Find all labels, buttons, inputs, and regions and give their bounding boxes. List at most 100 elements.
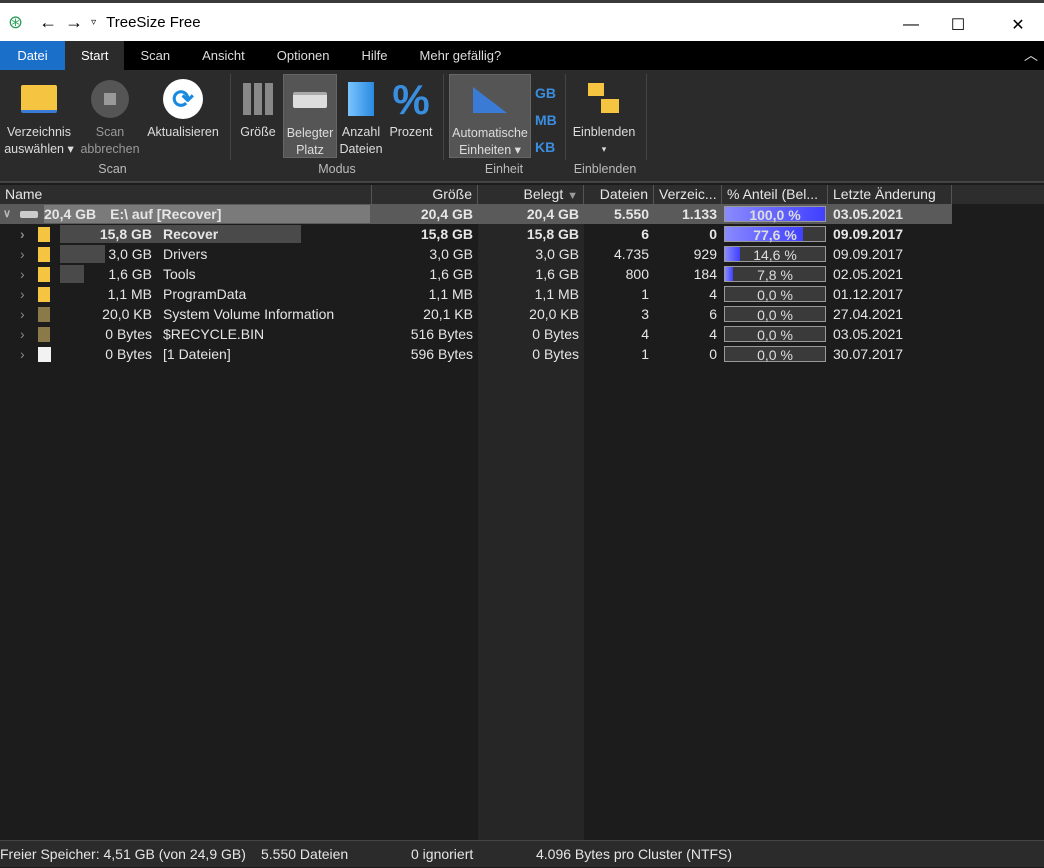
cell-anteil: 7,8 % xyxy=(722,264,828,284)
cell-belegt: 3,0 GB xyxy=(535,246,579,262)
cell-date: 02.05.2021 xyxy=(833,266,904,282)
maximize-button[interactable]: ☐ xyxy=(935,6,981,44)
cell-verzeichnisse: 0 xyxy=(709,346,717,362)
cell-belegt: 20,4 GB xyxy=(526,206,579,222)
mode-file-count-button[interactable]: Anzahl Dateien xyxy=(338,74,384,158)
percent-bar: 77,6 % xyxy=(724,226,826,243)
drive-icon xyxy=(20,211,38,218)
cell-verzeichnisse: 0 xyxy=(709,226,717,242)
collapse-chevron-icon[interactable]: ∨ xyxy=(3,204,11,224)
cell-groesse: 20,1 KB xyxy=(423,306,473,322)
item-size: 1,6 GB xyxy=(108,266,152,282)
select-directory-button[interactable]: Verzeichnis auswählen ▾ xyxy=(2,74,76,158)
item-name: Drivers xyxy=(163,246,208,262)
column-dateien[interactable]: Dateien xyxy=(584,185,654,204)
table-row[interactable]: › 0 Bytes [1 Dateien] 596 Bytes 0 Bytes 1 0 0,0… xyxy=(0,344,952,364)
cell-verzeichnisse: 6 xyxy=(709,306,717,322)
expand-chevron-icon[interactable]: › xyxy=(20,304,25,324)
tab-scan[interactable]: Scan xyxy=(124,41,186,70)
cell-anteil: 0,0 % xyxy=(722,284,828,304)
minimize-button[interactable]: — xyxy=(888,6,934,44)
quick-access-dropdown-icon[interactable]: ▿ xyxy=(91,17,96,28)
item-name: Tools xyxy=(163,266,196,282)
unit-mb-button[interactable]: MB xyxy=(535,107,557,134)
forward-icon[interactable]: → xyxy=(65,12,83,33)
tab-mehr[interactable]: Mehr gefällig? xyxy=(404,41,518,70)
close-button[interactable]: ✕ xyxy=(995,6,1041,44)
folder-icon xyxy=(38,287,50,302)
cell-belegt: 1,6 GB xyxy=(535,266,579,282)
tab-hilfe[interactable]: Hilfe xyxy=(346,41,404,70)
expand-button[interactable]: Einblenden ▾ xyxy=(568,74,640,158)
cell-anteil: 0,0 % xyxy=(722,304,828,324)
ribbon-tabs: Datei Start Scan Ansicht Optionen Hilfe … xyxy=(0,41,1044,70)
item-name: $RECYCLE.BIN xyxy=(163,326,265,342)
expand-chevron-icon[interactable]: › xyxy=(20,224,25,244)
cell-belegt: 0 Bytes xyxy=(532,326,579,342)
cell-verzeichnisse: 1.133 xyxy=(681,206,717,222)
mode-size-button[interactable]: Größe xyxy=(236,74,280,141)
item-name: Recover xyxy=(163,226,219,242)
cell-anteil: 0,0 % xyxy=(722,344,828,364)
table-row[interactable]: ∨ 20,4 GB E:\ auf [Recover] 20,4 GB 20,4 GB 5… xyxy=(0,204,952,224)
mode-percent-button[interactable]: % Prozent xyxy=(386,74,436,141)
tab-ansicht[interactable]: Ansicht xyxy=(186,41,261,70)
item-size: 0 Bytes xyxy=(105,326,152,342)
tab-datei[interactable]: Datei xyxy=(0,41,65,70)
expand-chevron-icon[interactable]: › xyxy=(20,264,25,284)
divider xyxy=(443,74,444,160)
item-size: 3,0 GB xyxy=(108,246,152,262)
unit-gb-button[interactable]: GB xyxy=(535,80,557,107)
column-letzte-aenderung[interactable]: Letzte Änderung xyxy=(828,185,952,204)
refresh-button[interactable]: ⟳ Aktualisieren xyxy=(144,74,222,141)
divider xyxy=(646,74,647,160)
window-title: TreeSize Free xyxy=(106,13,201,31)
cell-dateien: 5.550 xyxy=(613,206,649,222)
table-row[interactable]: › 1,1 MB ProgramData 1,1 MB 1,1 MB 1 4 0,0 % 01.… xyxy=(0,284,952,304)
table-row[interactable]: › 20,0 KB System Volume Information 20,1 KB… xyxy=(0,304,952,324)
group-label-modus: Modus xyxy=(318,162,356,176)
cell-date: 03.05.2021 xyxy=(833,326,904,342)
expand-chevron-icon[interactable]: › xyxy=(20,284,25,304)
cell-dateien: 4 xyxy=(641,326,649,342)
cell-belegt: 1,1 MB xyxy=(534,286,579,302)
auto-units-button[interactable]: Automatische Einheiten ▾ xyxy=(449,74,531,158)
group-label-einheit: Einheit xyxy=(484,162,524,176)
mode-allocated-space-button[interactable]: Belegter Platz xyxy=(283,74,337,158)
cell-verzeichnisse: 184 xyxy=(693,266,717,282)
back-icon[interactable]: ← xyxy=(39,12,57,33)
cell-groesse: 596 Bytes xyxy=(410,346,473,362)
sort-descending-icon: ▼ xyxy=(567,190,578,202)
table-row[interactable]: › 3,0 GB Drivers 3,0 GB 3,0 GB 4.735 929 14,6 %… xyxy=(0,244,952,264)
files-icon xyxy=(348,82,374,116)
unit-kb-button[interactable]: KB xyxy=(535,134,557,161)
cell-verzeichnisse: 929 xyxy=(693,246,717,262)
column-anteil[interactable]: % Anteil (Bel... xyxy=(722,185,828,204)
column-name[interactable]: Name xyxy=(0,185,372,204)
percent-bar: 7,8 % xyxy=(724,266,826,283)
tab-start[interactable]: Start xyxy=(65,41,125,70)
folder-icon xyxy=(38,227,50,242)
column-groesse[interactable]: Größe xyxy=(372,185,478,204)
cancel-scan-button[interactable]: Scan abbrechen xyxy=(78,74,142,158)
cell-groesse: 3,0 GB xyxy=(429,246,473,262)
expand-chevron-icon[interactable]: › xyxy=(20,344,25,364)
expand-chevron-icon[interactable]: › xyxy=(20,244,25,264)
table-row[interactable]: › 0 Bytes $RECYCLE.BIN 516 Bytes 0 Bytes 4 4 0,… xyxy=(0,324,952,344)
status-free-space: Freier Speicher: 4,51 GB (von 24,9 GB) xyxy=(0,846,246,862)
cell-groesse: 20,4 GB xyxy=(420,206,473,222)
tab-optionen[interactable]: Optionen xyxy=(261,41,346,70)
expand-chevron-icon[interactable]: › xyxy=(20,324,25,344)
column-belegt[interactable]: Belegt ▼ xyxy=(478,185,584,204)
table-row[interactable]: › 15,8 GB Recover 15,8 GB 15,8 GB 6 0 77,6 % 09.… xyxy=(0,224,952,244)
collapse-ribbon-icon[interactable]: ︿ xyxy=(1024,45,1038,65)
cell-name: › 1,1 MB ProgramData xyxy=(0,284,372,304)
cell-date: 09.09.2017 xyxy=(833,226,904,242)
column-verzeichnisse[interactable]: Verzeic... xyxy=(654,185,722,204)
tree-folder-icon xyxy=(588,83,620,115)
cell-name: › 0 Bytes $RECYCLE.BIN xyxy=(0,324,372,344)
item-size: 15,8 GB xyxy=(99,226,152,242)
percent-bar: 14,6 % xyxy=(724,246,826,263)
table-row[interactable]: › 1,6 GB Tools 1,6 GB 1,6 GB 800 184 7,8 % 02.05… xyxy=(0,264,952,284)
file-icon xyxy=(38,347,51,362)
